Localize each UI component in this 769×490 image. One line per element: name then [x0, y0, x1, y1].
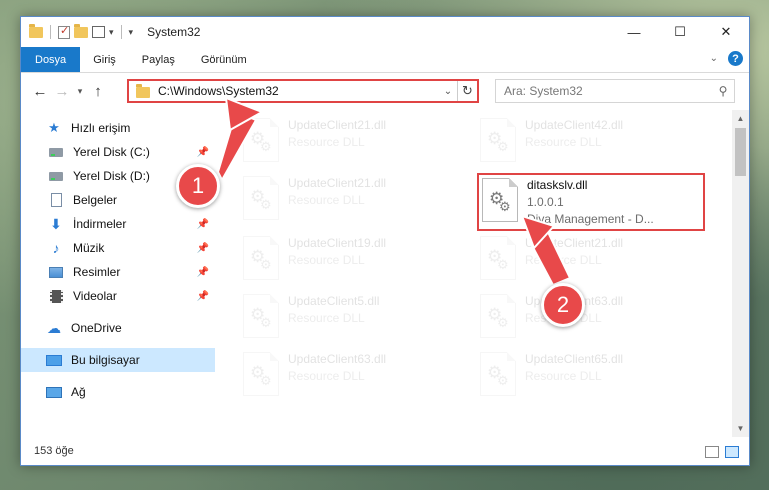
step-badge-1: 1: [176, 164, 220, 208]
annotation-arrows: [216, 96, 572, 287]
step-badge-2: 2: [541, 283, 585, 327]
